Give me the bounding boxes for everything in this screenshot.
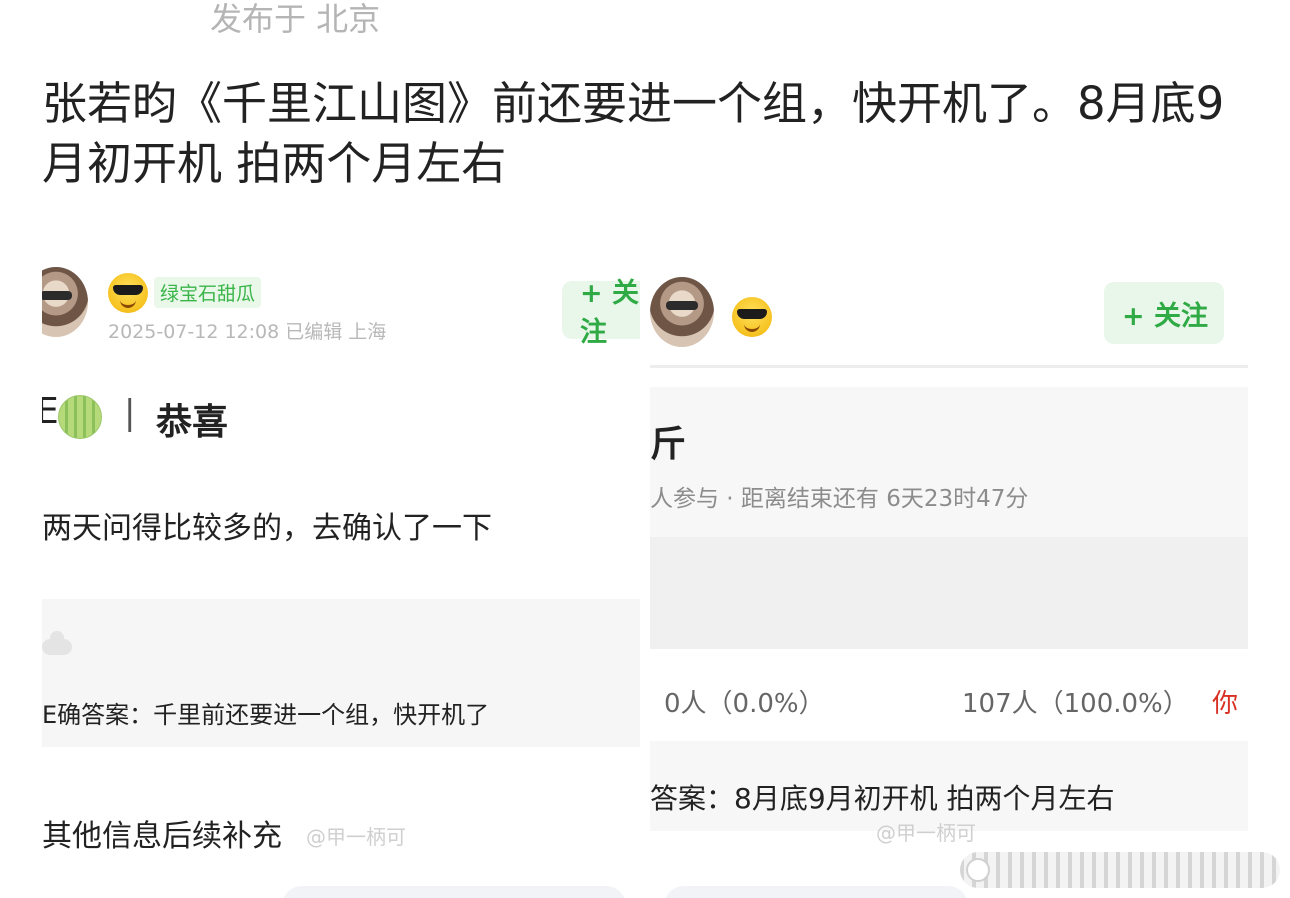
post-text: 张若昀《千里江山图》前还要进一个组，快开机了。8月底9月初开机 拍两个月左右 [42, 77, 1225, 190]
expand-bar[interactable] [960, 852, 1280, 888]
right-screenshot[interactable]: + 关注 斤 人参与 · 距离结束还有 6天23时47分 0人（0.0%） 10… [650, 265, 1248, 855]
body-line: 两天问得比较多的，去确认了一下 [42, 511, 492, 546]
poll-bar [650, 537, 1248, 649]
cool-emoji-icon [732, 297, 772, 337]
avatar [42, 267, 88, 337]
melon-icon [58, 395, 102, 439]
left-screenshot[interactable]: 绿宝石甜瓜 2025-07-12 12:08 已编辑 上海 + 关注 E | 恭… [42, 265, 640, 855]
poll-your-choice: 你 [1212, 689, 1239, 719]
follow-button[interactable]: + 关注 [562, 278, 640, 348]
poll-option-a[interactable]: 0人（0.0%） [664, 683, 825, 720]
answer-text: 答案：8月底9月初开机 拍两个月左右 [650, 782, 1115, 815]
poll-option-b[interactable]: 107人（100.0%） [962, 683, 1189, 720]
cloud-icon [42, 631, 72, 655]
action-pill[interactable] [282, 886, 626, 898]
post-meta: 2025-07-12 12:08 已编辑 上海 [108, 321, 387, 343]
post-title: 恭喜 [156, 402, 229, 443]
divider [650, 365, 1248, 368]
weibo-post: 发布于 北京 张若昀《千里江山图》前还要进一个组，快开机了。8月底9月初开机 拍… [0, 0, 1290, 898]
title-separator: | [124, 393, 136, 433]
expand-handle-icon [966, 858, 990, 882]
body-line: 其他信息后续补充 [42, 819, 282, 854]
user-badge: 绿宝石甜瓜 [154, 277, 262, 308]
watermark: @甲一柄可 [876, 821, 976, 845]
poll-header [650, 387, 1248, 537]
follow-button[interactable]: + 关注 [1104, 282, 1224, 344]
cool-emoji-icon [108, 273, 148, 313]
answer-text: E确答案：千里前还要进一个组，快开机了 [42, 701, 490, 729]
poll-participation: 人参与 · 距离结束还有 6天23时47分 [650, 486, 1029, 512]
post-location: 发布于 北京 [210, 0, 381, 38]
title-prefix: E [42, 391, 59, 432]
avatar [650, 277, 714, 347]
poll-title: 斤 [650, 424, 687, 465]
action-pill[interactable] [664, 886, 968, 898]
watermark: @甲一柄可 [306, 825, 406, 849]
